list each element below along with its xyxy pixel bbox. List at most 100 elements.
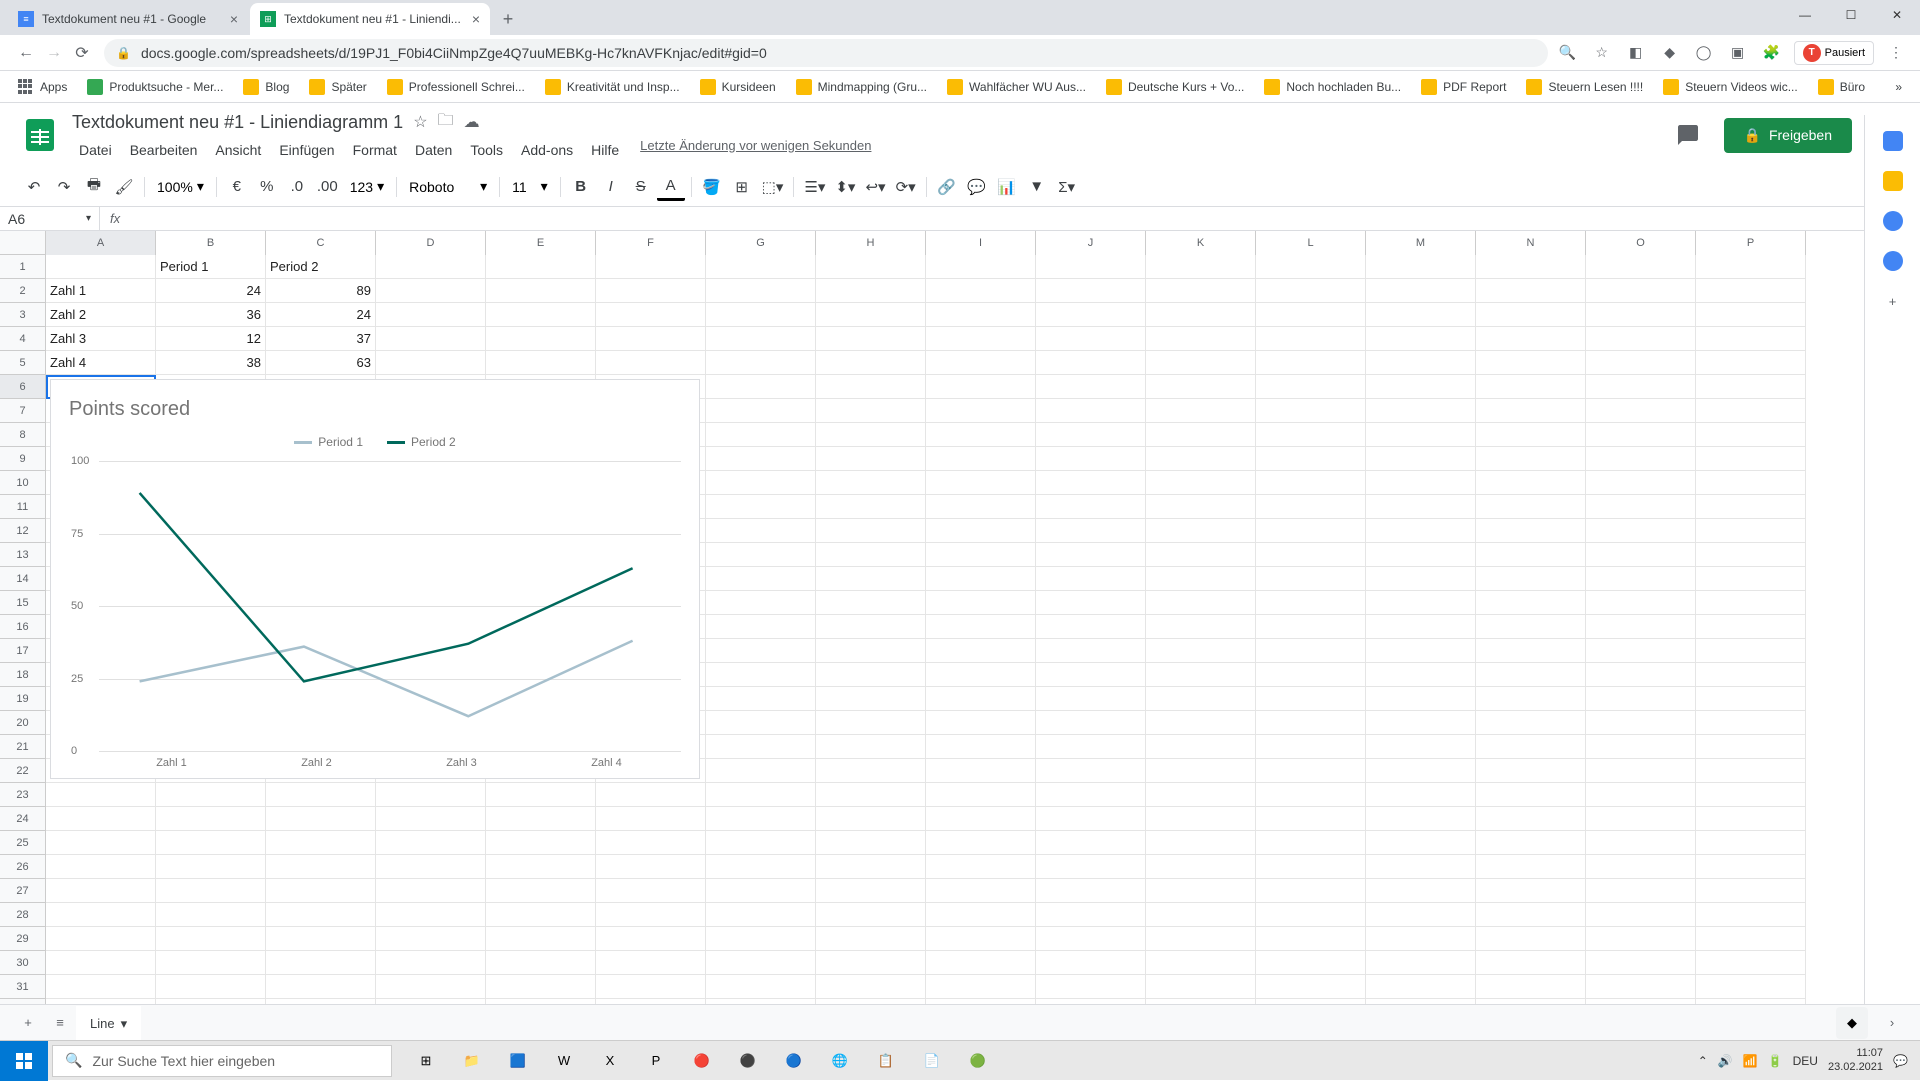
extension-icon-3[interactable]: ◯ bbox=[1692, 41, 1716, 65]
cell[interactable] bbox=[816, 255, 926, 279]
row-header[interactable]: 18 bbox=[0, 663, 45, 687]
row-header[interactable]: 16 bbox=[0, 615, 45, 639]
cell[interactable] bbox=[1586, 399, 1696, 423]
cell[interactable] bbox=[706, 783, 816, 807]
row-header[interactable]: 30 bbox=[0, 951, 45, 975]
cell[interactable] bbox=[1476, 831, 1586, 855]
cell[interactable] bbox=[1476, 807, 1586, 831]
cell[interactable] bbox=[706, 615, 816, 639]
app-icon[interactable]: 📋 bbox=[864, 1041, 908, 1081]
cell[interactable] bbox=[1146, 831, 1256, 855]
cell[interactable] bbox=[376, 855, 486, 879]
row-header[interactable]: 22 bbox=[0, 759, 45, 783]
column-header[interactable]: K bbox=[1146, 231, 1256, 255]
cell[interactable] bbox=[1036, 423, 1146, 447]
cell[interactable] bbox=[706, 495, 816, 519]
cell[interactable] bbox=[1036, 471, 1146, 495]
cell[interactable] bbox=[1696, 951, 1806, 975]
cell[interactable] bbox=[1036, 639, 1146, 663]
cell[interactable] bbox=[926, 447, 1036, 471]
cell[interactable] bbox=[1696, 567, 1806, 591]
powerpoint-icon[interactable]: P bbox=[634, 1041, 678, 1081]
cell[interactable] bbox=[1476, 639, 1586, 663]
paint-format-button[interactable]: 🖌 bbox=[110, 173, 138, 201]
cell[interactable] bbox=[706, 855, 816, 879]
cell[interactable] bbox=[1366, 927, 1476, 951]
cell[interactable]: 37 bbox=[266, 327, 376, 351]
cell[interactable] bbox=[596, 303, 706, 327]
cell[interactable] bbox=[706, 327, 816, 351]
cell[interactable] bbox=[816, 927, 926, 951]
cell[interactable] bbox=[1476, 783, 1586, 807]
cell[interactable] bbox=[1256, 711, 1366, 735]
column-header[interactable]: G bbox=[706, 231, 816, 255]
cell[interactable] bbox=[1366, 759, 1476, 783]
all-sheets-button[interactable]: ≡ bbox=[44, 1007, 76, 1039]
cell[interactable] bbox=[706, 711, 816, 735]
column-header[interactable]: J bbox=[1036, 231, 1146, 255]
cell[interactable]: 24 bbox=[156, 279, 266, 303]
extensions-puzzle-icon[interactable]: 🧩 bbox=[1760, 41, 1784, 65]
chart[interactable]: Points scored Period 1 Period 2 02550751… bbox=[50, 379, 700, 779]
close-window-button[interactable]: ✕ bbox=[1874, 0, 1920, 30]
filter-button[interactable]: ▼ bbox=[1023, 173, 1051, 201]
cell[interactable] bbox=[816, 423, 926, 447]
cell[interactable] bbox=[706, 543, 816, 567]
cell[interactable] bbox=[1586, 807, 1696, 831]
cell[interactable] bbox=[1696, 735, 1806, 759]
cell[interactable] bbox=[816, 639, 926, 663]
cell[interactable] bbox=[1586, 903, 1696, 927]
rotate-button[interactable]: ⟳▾ bbox=[892, 173, 920, 201]
cell[interactable] bbox=[376, 303, 486, 327]
minimize-button[interactable]: — bbox=[1782, 0, 1828, 30]
cell[interactable] bbox=[1476, 975, 1586, 999]
cell[interactable] bbox=[1696, 471, 1806, 495]
cell[interactable] bbox=[926, 567, 1036, 591]
cell[interactable] bbox=[706, 807, 816, 831]
row-header[interactable]: 13 bbox=[0, 543, 45, 567]
cell[interactable] bbox=[156, 783, 266, 807]
row-header[interactable]: 27 bbox=[0, 879, 45, 903]
cell[interactable] bbox=[376, 327, 486, 351]
bookmark[interactable]: Deutsche Kurs + Vo... bbox=[1098, 75, 1252, 99]
print-button[interactable]: 🖶 bbox=[80, 173, 108, 201]
cell[interactable] bbox=[1586, 447, 1696, 471]
cell[interactable] bbox=[926, 759, 1036, 783]
add-icon[interactable]: + bbox=[1883, 291, 1903, 311]
merge-button[interactable]: ⬚▾ bbox=[758, 173, 788, 201]
menu-datei[interactable]: Datei bbox=[72, 138, 119, 162]
cell[interactable] bbox=[706, 591, 816, 615]
cell[interactable] bbox=[1366, 447, 1476, 471]
cell[interactable] bbox=[1256, 567, 1366, 591]
cell[interactable]: Zahl 2 bbox=[46, 303, 156, 327]
cell[interactable] bbox=[926, 927, 1036, 951]
cell[interactable] bbox=[46, 783, 156, 807]
cell[interactable] bbox=[266, 879, 376, 903]
cell[interactable] bbox=[486, 927, 596, 951]
column-header[interactable]: N bbox=[1476, 231, 1586, 255]
tray-chevron-icon[interactable]: ⌃ bbox=[1698, 1054, 1708, 1068]
cell[interactable] bbox=[1146, 975, 1256, 999]
last-edit-text[interactable]: Letzte Änderung vor wenigen Sekunden bbox=[640, 138, 871, 162]
cell[interactable] bbox=[1476, 903, 1586, 927]
h-align-button[interactable]: ☰▾ bbox=[800, 173, 829, 201]
cell[interactable] bbox=[926, 975, 1036, 999]
cell[interactable] bbox=[1146, 471, 1256, 495]
cell[interactable] bbox=[1256, 855, 1366, 879]
cell[interactable]: Zahl 4 bbox=[46, 351, 156, 375]
cell[interactable] bbox=[706, 687, 816, 711]
cell[interactable] bbox=[1366, 687, 1476, 711]
cell[interactable] bbox=[1366, 663, 1476, 687]
cell[interactable] bbox=[926, 423, 1036, 447]
cell[interactable] bbox=[1366, 399, 1476, 423]
cell[interactable] bbox=[1476, 375, 1586, 399]
cell[interactable] bbox=[1366, 495, 1476, 519]
cell[interactable] bbox=[1366, 255, 1476, 279]
cell[interactable] bbox=[1586, 879, 1696, 903]
v-align-button[interactable]: ⬍▾ bbox=[831, 173, 859, 201]
cell[interactable] bbox=[376, 951, 486, 975]
cell[interactable] bbox=[1586, 519, 1696, 543]
cell[interactable] bbox=[1696, 543, 1806, 567]
cell[interactable] bbox=[1696, 375, 1806, 399]
cell[interactable] bbox=[1256, 615, 1366, 639]
